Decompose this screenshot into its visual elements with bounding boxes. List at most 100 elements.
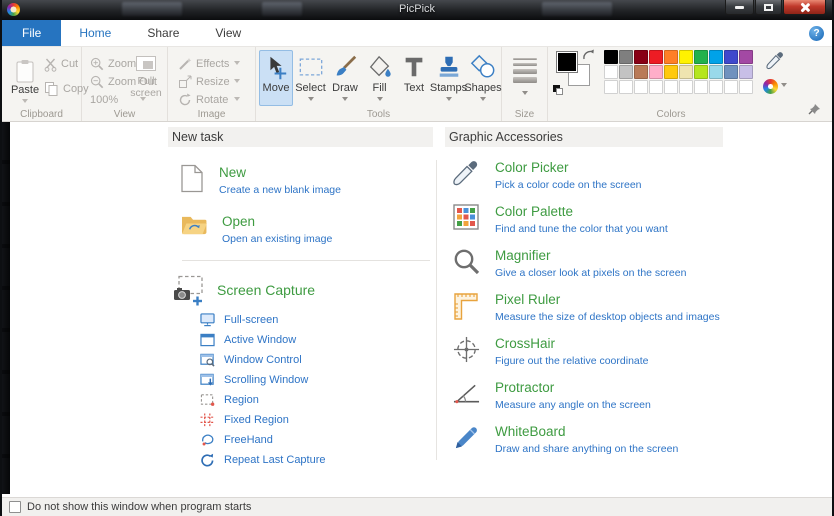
pin-ribbon-icon[interactable]: [808, 103, 822, 115]
palette-swatch[interactable]: [679, 50, 693, 64]
capture-item-full-screen[interactable]: Full-screen: [200, 310, 433, 330]
accessory-magnifier[interactable]: Magnifier Give a closer look at pixels o…: [451, 248, 723, 279]
palette-swatch[interactable]: [694, 65, 708, 79]
accessory-crosshair[interactable]: CrossHair Figure out the relative coordi…: [451, 336, 723, 367]
color-wheel-icon: [763, 79, 778, 94]
palette-swatch[interactable]: [664, 50, 678, 64]
full-screen-button[interactable]: Full screen: [129, 55, 163, 99]
palette-swatch[interactable]: [604, 50, 618, 64]
palette-swatch[interactable]: [739, 80, 753, 94]
palette-swatch[interactable]: [709, 50, 723, 64]
close-button[interactable]: [783, 0, 826, 15]
capture-item-scrolling-window[interactable]: Scrolling Window: [200, 370, 433, 390]
swap-colors-icon[interactable]: [582, 49, 596, 62]
tool-fill-button[interactable]: Fill: [363, 50, 397, 106]
tab-view[interactable]: View: [197, 20, 259, 46]
accessory-pixel-ruler[interactable]: Pixel Ruler Measure the size of desktop …: [451, 292, 723, 323]
paste-clipboard-icon: [14, 58, 36, 84]
palette-swatch[interactable]: [709, 80, 723, 94]
accessory-color-palette[interactable]: Color Palette Find and tune the color th…: [451, 204, 723, 235]
color-palette-icon: [453, 204, 479, 230]
ribbon-group-image: Effects Resize Rotate Image: [168, 47, 256, 121]
scrolling-window-icon: [200, 373, 215, 387]
fullscreen-icon: [135, 55, 157, 75]
dropdown-arrow-icon: [377, 97, 383, 104]
paste-button[interactable]: Paste: [8, 54, 42, 108]
palette-swatch[interactable]: [709, 65, 723, 79]
capture-item-active-window[interactable]: Active Window: [200, 330, 433, 350]
dropdown-arrow-icon: [480, 97, 486, 104]
palette-swatch[interactable]: [664, 80, 678, 94]
palette-swatch[interactable]: [664, 65, 678, 79]
foreground-color-swatch[interactable]: [556, 51, 578, 73]
tab-home[interactable]: Home: [61, 20, 129, 46]
screen-capture-item[interactable]: Screen Capture: [172, 274, 433, 306]
open-image-item[interactable]: Open Open an existing image: [180, 213, 433, 245]
window-control-icon: [200, 353, 215, 367]
ribbon: Paste Cut Copy Clipboard Zoom In: [2, 47, 832, 122]
palette-swatch[interactable]: [679, 65, 693, 79]
maximize-button[interactable]: [755, 0, 782, 15]
palette-swatch[interactable]: [694, 50, 708, 64]
capture-item-window-control[interactable]: Window Control: [200, 350, 433, 370]
palette-swatch[interactable]: [604, 80, 618, 94]
palette-swatch[interactable]: [634, 80, 648, 94]
line-size-button[interactable]: [510, 55, 540, 98]
color-picker-icon: [453, 160, 479, 188]
palette-swatch[interactable]: [604, 65, 618, 79]
screen-capture-title: Screen Capture: [217, 282, 315, 298]
tab-share[interactable]: Share: [129, 20, 197, 46]
palette-swatch[interactable]: [739, 50, 753, 64]
accessory-whiteboard[interactable]: WhiteBoard Draw and share anything on th…: [451, 424, 723, 455]
tool-stamps-button[interactable]: Stamps: [432, 50, 466, 106]
accessory-protractor[interactable]: Protractor Measure any angle on the scre…: [451, 380, 723, 411]
palette-swatch[interactable]: [739, 65, 753, 79]
open-folder-icon: [180, 213, 207, 236]
palette-swatch[interactable]: [619, 65, 633, 79]
more-colors-button[interactable]: [763, 79, 787, 94]
tool-shapes-button[interactable]: Shapes: [466, 50, 500, 106]
help-button[interactable]: ?: [809, 26, 824, 41]
resize-button[interactable]: Resize: [178, 74, 240, 90]
palette-swatch[interactable]: [649, 65, 663, 79]
brush-icon: [332, 54, 358, 80]
tab-file[interactable]: File: [2, 20, 61, 46]
do-not-show-checkbox[interactable]: [9, 501, 21, 513]
tool-text-button[interactable]: Text: [397, 50, 431, 106]
view-group-label: View: [82, 109, 167, 120]
new-desc: Create a new blank image: [219, 184, 341, 196]
capture-item-region[interactable]: Region: [200, 390, 433, 410]
palette-swatch[interactable]: [619, 50, 633, 64]
palette-swatch[interactable]: [724, 65, 738, 79]
palette-swatch[interactable]: [634, 65, 648, 79]
palette-swatch[interactable]: [649, 50, 663, 64]
palette-swatch[interactable]: [649, 80, 663, 94]
question-mark-icon: ?: [813, 28, 819, 39]
capture-item-repeat-last-capture[interactable]: Repeat Last Capture: [200, 450, 433, 470]
capture-item-fixed-region[interactable]: Fixed Region: [200, 410, 433, 430]
eyedropper-icon[interactable]: [766, 51, 784, 71]
palette-swatch[interactable]: [694, 80, 708, 94]
palette-swatch[interactable]: [724, 50, 738, 64]
window-controls: [724, 0, 826, 15]
capture-item-freehand[interactable]: FreeHand: [200, 430, 433, 450]
new-task-section: New task New Create a new blank image Op…: [168, 127, 433, 470]
image-group-label: Image: [168, 109, 255, 120]
start-page: New task New Create a new blank image Op…: [2, 122, 832, 497]
ribbon-group-size: Size: [502, 47, 548, 121]
tool-select-button[interactable]: Select: [294, 50, 328, 106]
tool-draw-button[interactable]: Draw: [328, 50, 362, 106]
palette-swatch[interactable]: [619, 80, 633, 94]
section-divider: [182, 260, 430, 261]
palette-swatch[interactable]: [634, 50, 648, 64]
effects-button[interactable]: Effects: [178, 56, 240, 72]
rotate-button[interactable]: Rotate: [178, 92, 240, 108]
tool-move-button[interactable]: Move: [259, 50, 293, 106]
new-image-item[interactable]: New Create a new blank image: [180, 164, 433, 196]
minimize-button[interactable]: [725, 0, 754, 15]
accessory-color-picker[interactable]: Color Picker Pick a color code on the sc…: [451, 160, 723, 191]
graphic-accessories-header: Graphic Accessories: [445, 127, 723, 147]
palette-swatch[interactable]: [724, 80, 738, 94]
palette-swatch[interactable]: [679, 80, 693, 94]
default-colors-icon[interactable]: [553, 85, 563, 95]
